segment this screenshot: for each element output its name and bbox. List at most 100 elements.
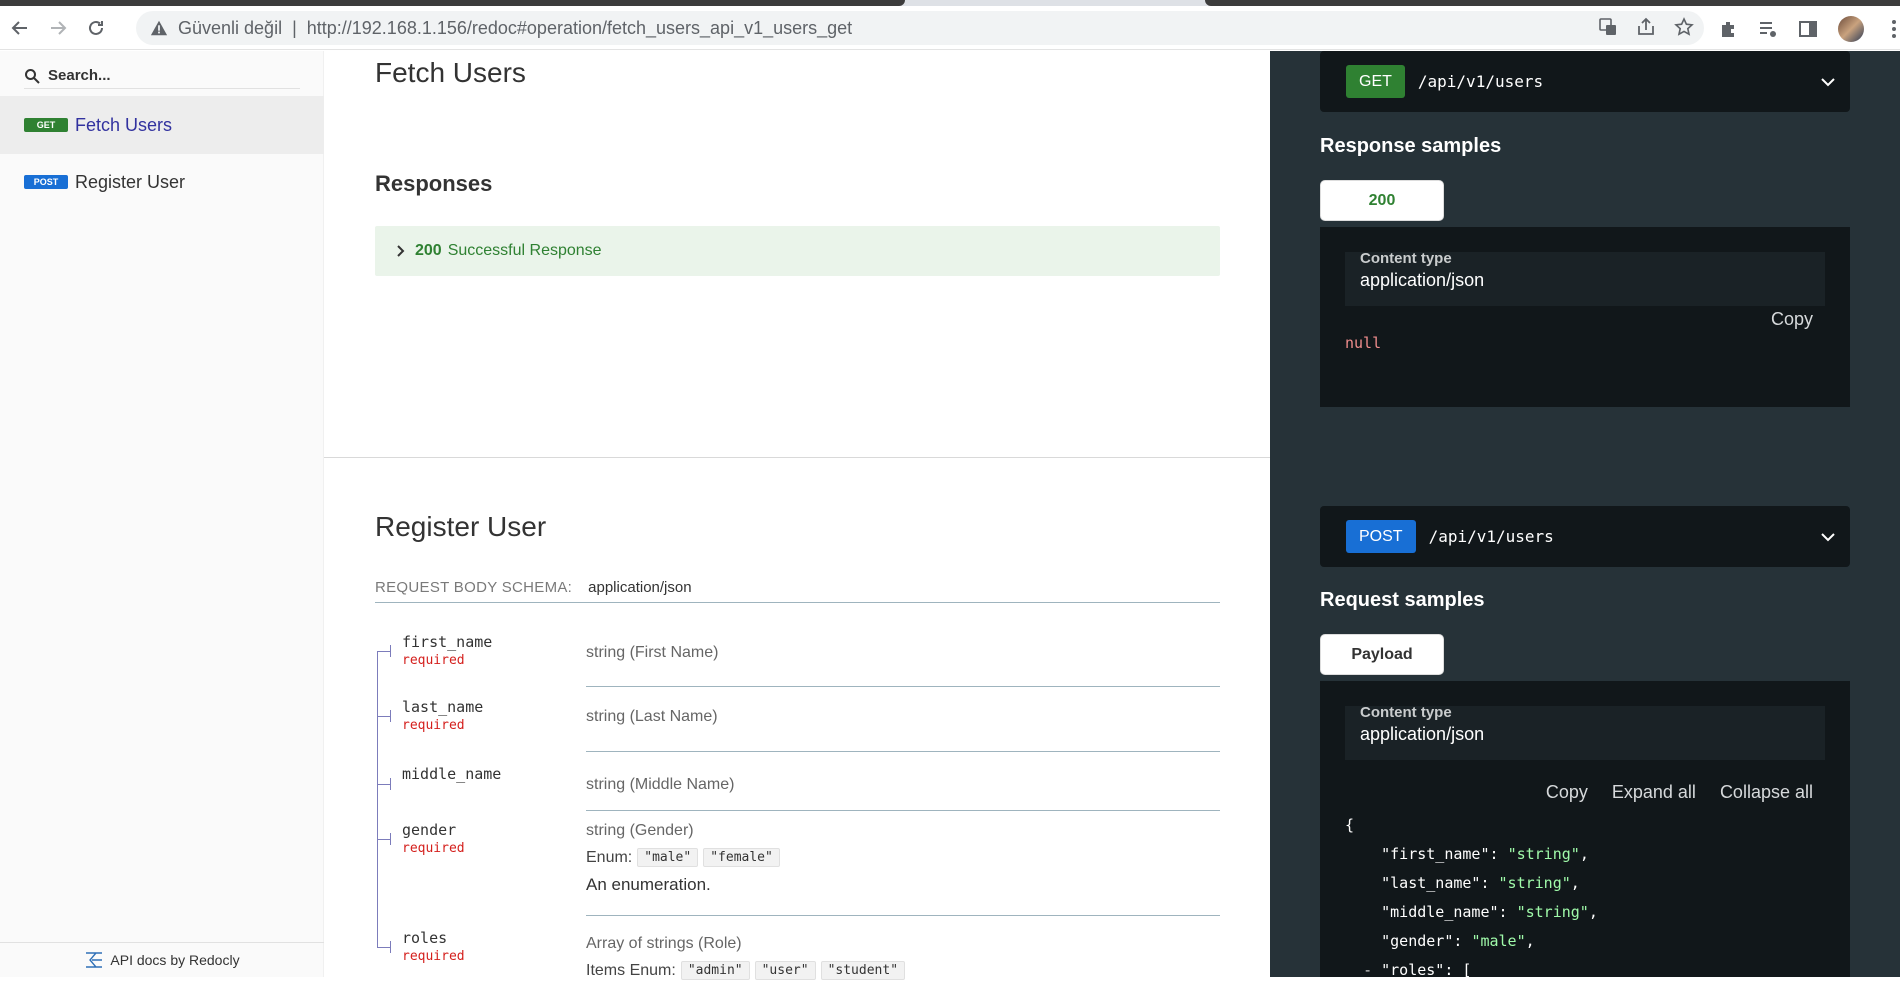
request-sample-box: Content type application/json Copy Expan… (1320, 681, 1850, 979)
field-required: required (402, 949, 465, 964)
menu-icon[interactable] (1884, 19, 1900, 39)
get-endpoint-dropdown[interactable]: GET /api/v1/users (1320, 51, 1850, 112)
profile-avatar[interactable] (1838, 16, 1864, 42)
main-content: Fetch Users Responses 200 Successful Res… (324, 51, 1270, 980)
enum-value: "student" (820, 961, 906, 980)
response-samples-heading: Response samples (1320, 135, 1502, 157)
json-key: "first_name" (1381, 845, 1490, 863)
url-separator: | (292, 17, 297, 38)
field-required: required (402, 718, 465, 733)
json-value: "string" (1498, 874, 1571, 892)
sidebar-item-register-user[interactable]: POST Register User (0, 153, 324, 211)
security-label[interactable]: Güvenli değil (178, 18, 282, 39)
translate-icon[interactable] (1598, 17, 1618, 37)
payload-code: { "first_name": "string", "last_name": "… (1345, 816, 1598, 979)
enum-value: "user" (754, 961, 816, 980)
schema-field: gender required string (Gender) Enum: "m… (375, 813, 1220, 923)
json-value: "string" (1516, 903, 1589, 921)
page-title: Fetch Users (375, 57, 526, 88)
post-endpoint-dropdown[interactable]: POST /api/v1/users (1320, 506, 1850, 567)
field-type: string (First Name) (586, 644, 719, 661)
expand-all-button[interactable]: Expand all (1612, 782, 1696, 803)
back-button[interactable] (2, 10, 38, 46)
open-brace: { (1345, 816, 1355, 834)
extensions-icon[interactable] (1718, 19, 1738, 39)
schema-field: middle_name string (Middle Name) (375, 761, 1220, 816)
content-type-label: Content type (1360, 250, 1452, 267)
schema-value: application/json (588, 579, 692, 596)
arrow-right-icon (51, 20, 67, 35)
field-name: first_name (402, 633, 493, 651)
search-box[interactable] (24, 63, 300, 89)
chevron-down-icon (1821, 78, 1835, 87)
field-name: gender (402, 821, 457, 839)
field-type: string (Gender) (586, 822, 694, 839)
copy-button[interactable]: Copy (1771, 309, 1813, 330)
search-input[interactable] (48, 67, 288, 84)
reload-button[interactable] (78, 10, 114, 46)
collapse-toggle[interactable]: - (1363, 961, 1372, 979)
field-description: string (First Name) (586, 631, 1220, 687)
field-type: string (Middle Name) (586, 776, 735, 793)
response-200-toggle[interactable]: 200 Successful Response (375, 226, 1220, 276)
field-note: An enumeration. (586, 875, 711, 894)
reload-icon (89, 20, 103, 35)
response-description: Successful Response (447, 242, 602, 259)
page-title: Register User (375, 511, 547, 542)
chevron-down-icon (1821, 533, 1835, 542)
collapse-all-button[interactable]: Collapse all (1720, 782, 1813, 803)
chevron-right-icon (397, 245, 405, 257)
request-samples-heading: Request samples (1320, 589, 1485, 611)
content-type-selector[interactable]: Content type application/json (1345, 250, 1825, 306)
search-icon (25, 68, 40, 84)
field-description: Array of strings (Role) Items Enum: "adm… (586, 923, 1220, 983)
star-icon[interactable] (1674, 17, 1694, 37)
endpoint-path: /api/v1/users (1417, 72, 1544, 91)
schema-field: roles required Array of strings (Role) I… (375, 923, 1220, 983)
schema-field: first_name required string (First Name) (375, 631, 1220, 697)
redocly-logo-icon (86, 952, 103, 968)
media-control-icon[interactable] (1758, 19, 1778, 39)
footer-text: API docs by Redocly (110, 952, 240, 968)
url-text[interactable]: http://192.168.1.156/redoc#operation/fet… (307, 18, 852, 39)
json-value: "string" (1507, 845, 1580, 863)
schema-field: last_name required string (Last Name) (375, 696, 1220, 762)
enum-list: Items Enum: "admin" "user" "student" (586, 961, 1220, 980)
content-type-value: application/json (1360, 270, 1485, 290)
enum-label: Enum: (586, 848, 633, 866)
request-body-schema: REQUEST BODY SCHEMA: application/json (375, 579, 1220, 603)
null-value: null (1345, 334, 1382, 352)
field-description: string (Gender) Enum: "male" "female" An… (586, 813, 1220, 916)
json-key: "roles" (1381, 961, 1445, 979)
redocly-footer-link[interactable]: API docs by Redocly (0, 942, 324, 977)
json-key: "middle_name" (1381, 903, 1499, 921)
get-method-badge: GET (24, 118, 68, 132)
response-sample-box: Content type application/json Copy null (1320, 227, 1850, 407)
sidebar-item-fetch-users[interactable]: GET Fetch Users (0, 96, 324, 154)
content-type-selector[interactable]: Content type application/json (1345, 704, 1825, 760)
json-line: "last_name": "string", (1381, 874, 1580, 892)
enum-value: "male" (637, 848, 699, 867)
tab-response-200[interactable]: 200 (1320, 180, 1444, 221)
json-line: "first_name": "string", (1381, 845, 1589, 863)
field-name: last_name (402, 698, 484, 716)
endpoint-path: /api/v1/users (1428, 527, 1554, 546)
side-panel-icon[interactable] (1798, 19, 1818, 39)
json-key: "last_name" (1381, 874, 1481, 892)
json-line: "gender": "male", (1381, 932, 1535, 950)
address-bar[interactable]: Güvenli değil | http://192.168.1.156/red… (136, 11, 1704, 45)
json-line: "middle_name": "string", (1381, 903, 1598, 921)
copy-button[interactable]: Copy (1546, 782, 1588, 803)
field-type: Array of strings (Role) (586, 935, 742, 952)
json-key: "gender" (1381, 932, 1454, 950)
section-divider (324, 457, 1270, 458)
samples-panel: GET /api/v1/users Response samples 200 C… (1270, 51, 1900, 979)
content-type-label: Content type (1360, 704, 1452, 721)
json-value: "male" (1471, 932, 1526, 950)
forward-button[interactable] (40, 10, 76, 46)
schema-label: REQUEST BODY SCHEMA: (375, 579, 573, 596)
tab-payload[interactable]: Payload (1320, 634, 1444, 675)
response-code: 200 (415, 242, 442, 259)
share-icon[interactable] (1636, 17, 1656, 37)
browser-toolbar: Güvenli değil | http://192.168.1.156/red… (0, 6, 1900, 50)
